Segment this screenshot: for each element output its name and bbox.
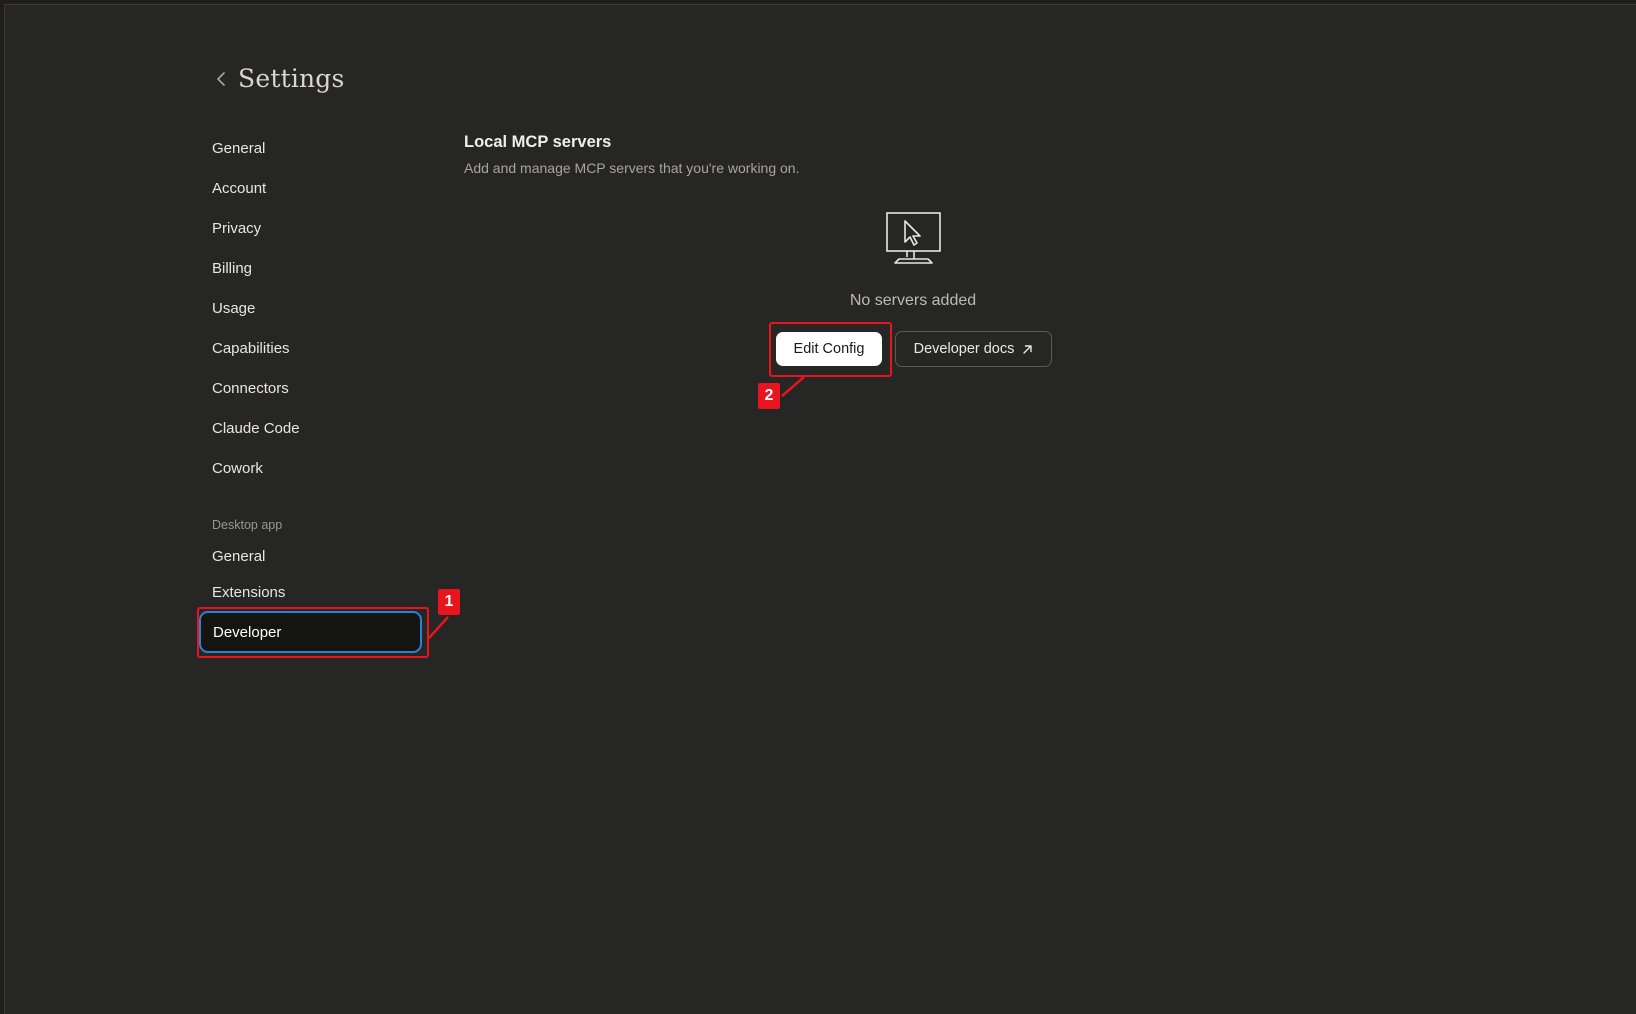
sidebar-item-privacy[interactable]: Privacy [212, 218, 261, 240]
sidebar-item-billing[interactable]: Billing [212, 258, 252, 280]
sidebar-item-label: Developer [213, 623, 282, 641]
edit-config-button[interactable]: Edit Config [776, 332, 882, 366]
annotation-connector-2 [781, 376, 805, 397]
back-button[interactable] [212, 68, 230, 90]
sidebar-item-claude-code[interactable]: Claude Code [212, 418, 300, 440]
developer-docs-button[interactable]: Developer docs [895, 331, 1052, 367]
developer-docs-label: Developer docs [913, 341, 1015, 357]
sidebar-item-capabilities[interactable]: Capabilities [212, 338, 290, 360]
monitor-cursor-icon [886, 212, 941, 264]
section-subtitle: Add and manage MCP servers that you're w… [464, 160, 800, 176]
chevron-left-icon [217, 71, 225, 86]
annotation-badge-1: 1 [438, 589, 460, 615]
page-header: Settings [212, 64, 345, 93]
page-title: Settings [238, 64, 345, 93]
sidebar-item-extensions[interactable]: Extensions [212, 582, 285, 604]
sidebar-item-desktop-general[interactable]: General [212, 546, 265, 568]
arrow-up-right-icon [1023, 344, 1033, 354]
sidebar-item-general[interactable]: General [212, 138, 265, 160]
section-title: Local MCP servers [464, 133, 612, 151]
annotation-connector-1 [428, 616, 449, 639]
sidebar-item-account[interactable]: Account [212, 178, 266, 200]
sidebar-item-cowork[interactable]: Cowork [212, 458, 263, 480]
empty-state-label: No servers added [849, 292, 977, 309]
sidebar-item-usage[interactable]: Usage [212, 298, 255, 320]
annotation-badge-2: 2 [758, 383, 780, 409]
sidebar-item-developer[interactable]: Developer [199, 611, 422, 653]
sidebar-section-desktop-app: Desktop app [212, 518, 283, 532]
sidebar-item-connectors[interactable]: Connectors [212, 378, 289, 400]
